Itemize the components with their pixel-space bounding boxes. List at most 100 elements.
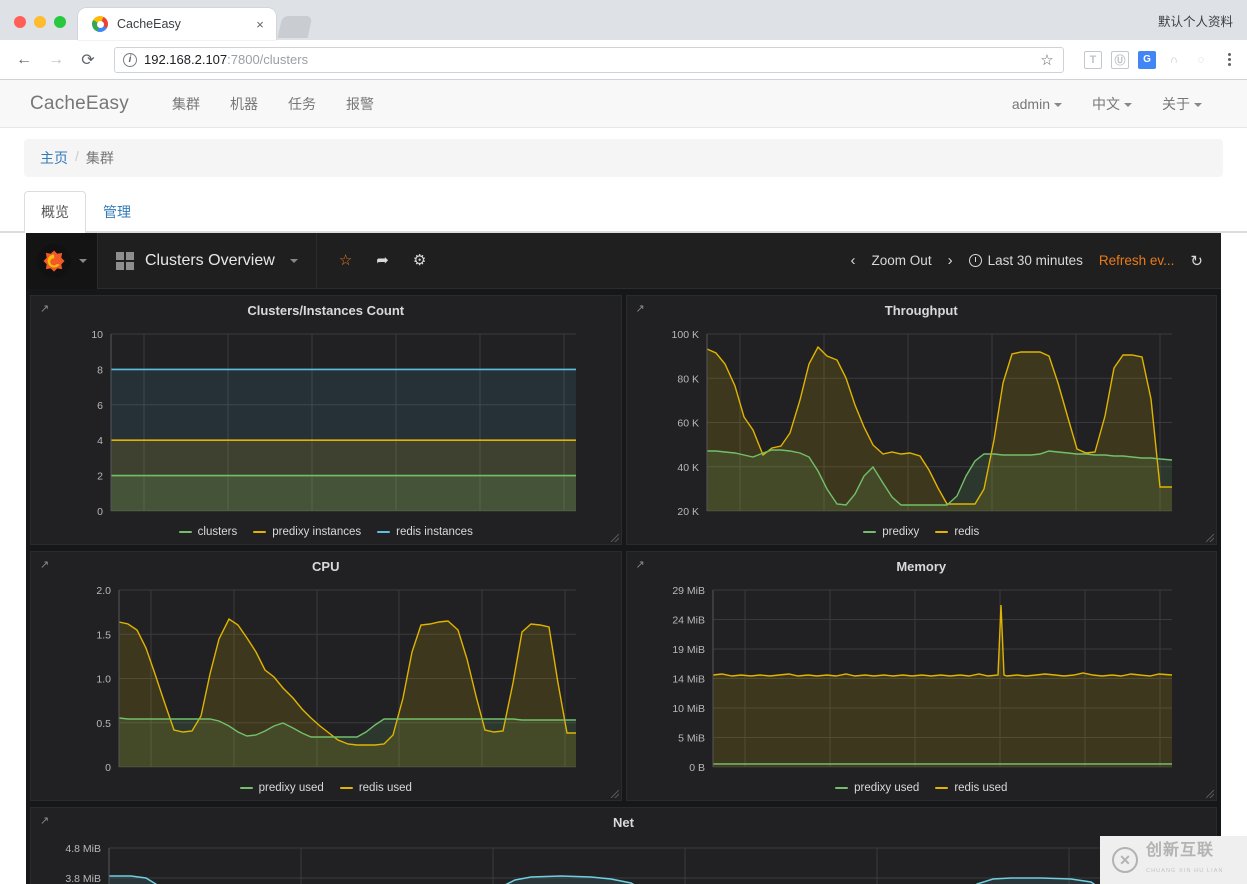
panel-resize-handle[interactable] xyxy=(1206,790,1214,798)
svg-text:5 MiB: 5 MiB xyxy=(678,733,705,745)
time-shift-forward-icon[interactable]: › xyxy=(948,252,953,269)
globe-extension-icon[interactable]: ◌ xyxy=(1192,51,1210,69)
svg-text:100 K: 100 K xyxy=(671,329,698,341)
panel-resize-handle[interactable] xyxy=(610,534,619,542)
translate-extension-icon[interactable]: T xyxy=(1084,50,1102,69)
tab-overview[interactable]: 概览 xyxy=(24,191,86,233)
refresh-interval-label[interactable]: Refresh ev... xyxy=(1099,253,1175,268)
close-window-button[interactable] xyxy=(14,16,26,28)
legend-item-predixy-instances[interactable]: predixy instances xyxy=(253,526,361,538)
grafana-toolbar: Clusters Overview ☆ ➦ ⚙ ‹ Zoom Out › Las… xyxy=(26,233,1221,289)
nav-item-about-label: 关于 xyxy=(1162,95,1190,112)
forward-icon[interactable]: → xyxy=(42,46,70,74)
dashboard-title-button[interactable]: Clusters Overview xyxy=(98,233,317,289)
external-link-icon[interactable]: ↗ xyxy=(636,302,645,315)
grafana-logo xyxy=(36,243,71,278)
panel-cpu[interactable]: ↗ CPU 2.0 1.5 1.0 0.5 0 predixy used red… xyxy=(30,551,622,801)
minimize-window-button[interactable] xyxy=(34,16,46,28)
chart-svg: 29 MiB 24 MiB 19 MiB 14 MiB 10 MiB 5 MiB… xyxy=(672,585,1172,774)
svg-text:0 B: 0 B xyxy=(689,762,705,774)
legend-label: predixy xyxy=(882,526,920,538)
nav-item-language[interactable]: 中文 xyxy=(1077,80,1147,128)
new-tab-button[interactable] xyxy=(277,16,313,38)
svg-text:6: 6 xyxy=(97,400,103,412)
svg-text:4.8 MiB: 4.8 MiB xyxy=(65,843,101,855)
time-range-label: Last 30 minutes xyxy=(987,253,1083,268)
browser-menu-icon[interactable] xyxy=(1219,53,1237,66)
watermark-text: 创新互联 CHUANG XIN HU LIAN xyxy=(1146,842,1224,877)
panel-resize-handle[interactable] xyxy=(610,790,619,798)
svg-text:20 K: 20 K xyxy=(677,506,699,518)
legend-item-predixy-used[interactable]: predixy used xyxy=(835,782,919,794)
reload-icon[interactable]: ⟳ xyxy=(74,46,102,74)
legend-item-redis-used[interactable]: redis used xyxy=(339,782,412,794)
panel-memory[interactable]: ↗ Memory 29 MiB 24 MiB 19 MiB 14 MiB 10 … xyxy=(625,551,1217,801)
google-translate-icon[interactable]: G xyxy=(1138,50,1156,69)
nav-item-admin-label: admin xyxy=(1011,95,1050,112)
time-range-picker[interactable]: Last 30 minutes xyxy=(968,253,1083,268)
external-link-icon[interactable]: ↗ xyxy=(636,558,645,571)
gear-icon[interactable]: ⚙ xyxy=(413,253,426,268)
nav-item-alerts[interactable]: 报警 xyxy=(331,80,389,128)
nav-item-tasks[interactable]: 任务 xyxy=(273,80,331,128)
url-path: :7800/clusters xyxy=(227,52,309,67)
cacheeasy-favicon xyxy=(92,16,108,32)
breadcrumb-home[interactable]: 主页 xyxy=(40,148,68,168)
grafana-logo-button[interactable] xyxy=(26,233,98,289)
nav-item-machines[interactable]: 机器 xyxy=(215,80,273,128)
panel-chart: 4.8 MiB 3.8 MiB xyxy=(31,836,1216,884)
svg-text:8: 8 xyxy=(97,364,103,376)
svg-text:24 MiB: 24 MiB xyxy=(672,615,705,627)
clock-icon xyxy=(968,254,982,267)
chevron-down-icon[interactable] xyxy=(78,258,87,263)
panel-title: CPU xyxy=(312,559,340,574)
panel-net[interactable]: ↗ Net 4.8 MiB 3.8 MiB xyxy=(30,807,1217,884)
legend-item-clusters[interactable]: clusters xyxy=(178,526,237,538)
share-icon[interactable]: ➦ xyxy=(376,253,389,268)
legend-item-predixy-used[interactable]: predixy used xyxy=(239,782,324,794)
nav-item-admin[interactable]: admin xyxy=(997,80,1077,128)
browser-tab[interactable]: CacheEasy × xyxy=(78,8,276,40)
chart-svg: 10 8 6 4 2 0 16:35 16:40 16:45 16:50 16:… xyxy=(91,329,576,518)
zoom-out-button[interactable]: Zoom Out xyxy=(872,253,932,268)
nav-item-clusters[interactable]: 集群 xyxy=(157,80,215,128)
back-icon[interactable]: ← xyxy=(10,46,38,74)
bookmark-star-icon[interactable]: ☆ xyxy=(1037,50,1057,70)
address-bar[interactable]: i 192.168.2.107:7800/clusters ☆ xyxy=(114,46,1064,73)
site-info-icon[interactable]: i xyxy=(123,52,137,67)
panel-clusters-instances-count[interactable]: ↗ Clusters/Instances Count 10 8 6 4 2 0 … xyxy=(30,295,622,545)
panel-legend: predixy redis xyxy=(627,526,1217,538)
url-host: 192.168.2.107 xyxy=(144,52,228,67)
time-shift-back-icon[interactable]: ‹ xyxy=(851,252,856,269)
svg-text:0: 0 xyxy=(97,506,103,518)
external-link-icon[interactable]: ↗ xyxy=(40,814,49,827)
shield-extension-icon[interactable]: Ⓤ xyxy=(1111,50,1129,69)
content-tabs: 概览 管理 xyxy=(0,191,1247,233)
app-brand[interactable]: CacheEasy xyxy=(30,93,129,115)
window-controls[interactable] xyxy=(0,16,78,40)
panel-resize-handle[interactable] xyxy=(1206,534,1214,542)
external-link-icon[interactable]: ↗ xyxy=(40,558,49,571)
profile-label[interactable]: 默认个人资料 xyxy=(1158,11,1233,30)
tab-manage[interactable]: 管理 xyxy=(86,191,148,232)
legend-label: redis used xyxy=(954,782,1008,794)
legend-item-redis-instances[interactable]: redis instances xyxy=(377,526,473,538)
legend-item-redis-used[interactable]: redis used xyxy=(935,782,1007,794)
nav-item-about[interactable]: 关于 xyxy=(1147,80,1217,128)
panel-legend: predixy used redis used xyxy=(627,782,1217,794)
dashboard-title: Clusters Overview xyxy=(145,251,275,269)
refresh-icon[interactable]: ↻ xyxy=(1190,252,1203,270)
external-link-icon[interactable]: ↗ xyxy=(40,302,49,315)
panel-throughput[interactable]: ↗ Throughput 100 K 80 K 60 K 40 K 20 K p… xyxy=(625,295,1217,545)
watermark-en: CHUANG XIN HU LIAN xyxy=(1146,868,1224,874)
legend-item-redis[interactable]: redis xyxy=(935,526,979,538)
panel-chart: 29 MiB 24 MiB 19 MiB 14 MiB 10 MiB 5 MiB… xyxy=(627,580,1217,800)
svg-text:14 MiB: 14 MiB xyxy=(672,674,705,686)
star-icon[interactable]: ☆ xyxy=(339,253,352,268)
maximize-window-button[interactable] xyxy=(54,16,66,28)
breadcrumb-wrapper: 主页 / 集群 xyxy=(0,139,1247,177)
arc-extension-icon[interactable]: ∩ xyxy=(1165,51,1183,69)
legend-item-predixy[interactable]: predixy xyxy=(863,526,919,538)
close-icon[interactable]: × xyxy=(252,16,268,32)
svg-text:40 K: 40 K xyxy=(677,462,699,474)
